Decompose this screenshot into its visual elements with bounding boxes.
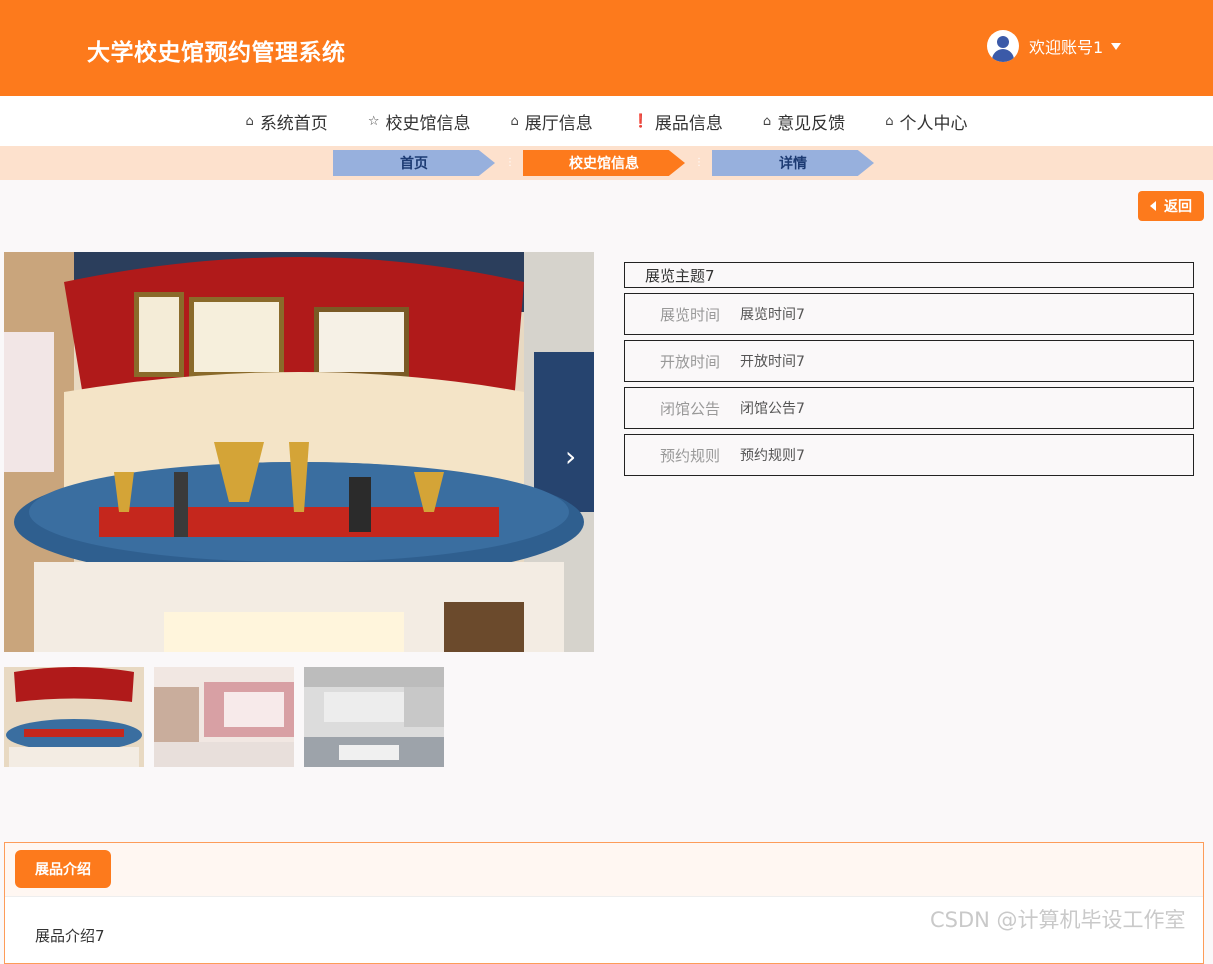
breadcrumb: 首页 ⋮ 校史馆信息 ⋮ 详情 [0,146,1213,180]
nav-item-museum-info[interactable]: ☆ 校史馆信息 [368,109,471,134]
avatar[interactable] [987,30,1019,62]
site-title: 大学校史馆预约管理系统 [87,40,346,66]
info-row-open-time: 开放时间 开放时间7 [624,340,1194,382]
nav-item-personal-center[interactable]: ⌂ 个人中心 [885,109,967,134]
breadcrumb-detail: 详情 [712,150,874,176]
bag-icon: ⌂ [510,113,519,129]
home-icon: ⌂ [245,113,254,129]
home-icon: ⌂ [762,113,772,129]
main-nav: ⌂ 系统首页 ☆ 校史馆信息 ⌂ 展厅信息 ❗ 展品信息 ⌂ 意见反馈 ⌂ 个人… [0,96,1213,146]
alert-icon: ❗ [632,113,649,129]
breadcrumb-museum-info[interactable]: 校史馆信息 [523,150,685,176]
breadcrumb-home[interactable]: 首页 [333,150,495,176]
thumbnail-2[interactable] [154,667,294,767]
intro-content: 展品介绍7 [35,927,105,945]
nav-item-hall-info[interactable]: ⌂ 展厅信息 [510,109,592,134]
info-row-closing-notice: 闭馆公告 闭馆公告7 [624,387,1194,429]
header: 大学校史馆预约管理系统 欢迎账号1 [0,0,1213,96]
info-value: 开放时间7 [740,354,805,370]
info-value: 预约规则7 [740,448,805,464]
nav-item-exhibit-info[interactable]: ❗ 展品信息 [633,109,723,134]
carousel-next-icon[interactable]: › [565,440,576,473]
thumbnail-3[interactable] [304,667,444,767]
back-button[interactable]: 返回 [1138,191,1204,221]
caret-left-icon [1150,201,1156,211]
info-row-booking-rules: 预约规则 预约规则7 [624,434,1194,476]
info-label: 闭馆公告 [659,399,720,418]
watermark: CSDN @计算机毕设工作室 [930,908,1186,932]
nav-item-home[interactable]: ⌂ 系统首页 [246,109,328,134]
exhibit-title: 展览主题7 [624,262,1194,288]
intro-panel: 展品介绍 展品介绍7 [4,842,1204,964]
info-value: 展览时间7 [740,307,805,323]
tab-exhibit-intro[interactable]: 展品介绍 [15,850,111,888]
chevron-down-icon [1111,42,1122,50]
info-label: 展览时间 [659,305,720,324]
thumbnail-1[interactable] [4,667,144,767]
star-icon: ☆ [367,113,380,129]
breadcrumb-separator: ⋮ [694,157,704,168]
user-menu[interactable]: 欢迎账号1 [987,30,1122,62]
info-label: 预约规则 [659,446,720,465]
nav-item-feedback[interactable]: ⌂ 意见反馈 [763,109,845,134]
main-image [4,252,594,652]
home-icon: ⌂ [885,113,894,129]
breadcrumb-separator: ⋮ [505,157,515,168]
user-greeting: 欢迎账号1 [1029,38,1104,57]
info-value: 闭馆公告7 [740,401,805,417]
info-row-exhibition-time: 展览时间 展览时间7 [624,293,1194,335]
info-label: 开放时间 [659,352,720,371]
intro-header: 展品介绍 [5,843,1203,897]
